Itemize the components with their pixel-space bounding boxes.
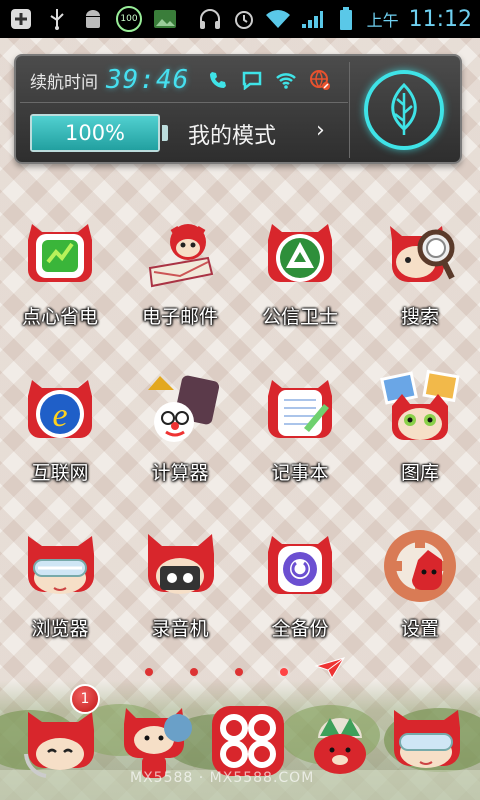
page-dot[interactable]	[190, 668, 198, 676]
app-security-guard[interactable]: 公信卫士	[240, 212, 360, 352]
wifi-icon	[265, 6, 291, 32]
notification-badge: 1	[70, 684, 100, 714]
app-label: 计算器	[151, 462, 209, 484]
recorder-icon	[138, 524, 222, 608]
battery-level: 100%	[30, 114, 160, 152]
widget-vertical-divider	[349, 62, 350, 158]
search-icon	[378, 212, 462, 296]
system-icons: 上午 11:12	[197, 6, 472, 32]
network-off-icon[interactable]	[309, 69, 331, 91]
clock: 11:12	[408, 6, 472, 32]
browser-e-icon: e	[18, 368, 102, 452]
duration-value: 39:46	[106, 65, 190, 95]
app-recorder[interactable]: 录音机	[120, 524, 240, 664]
settings-icon	[378, 524, 462, 608]
browser-icon	[18, 524, 102, 608]
page-dot[interactable]	[280, 668, 288, 676]
app-internet[interactable]: e 互联网	[0, 368, 120, 508]
page-dot[interactable]	[235, 668, 243, 676]
paper-plane-icon	[314, 656, 346, 680]
dock-browser[interactable]	[384, 698, 468, 782]
time-period: 上午	[366, 11, 399, 30]
battery-cap	[162, 125, 168, 141]
app-settings[interactable]: 设置	[360, 524, 480, 664]
app-label: 电子邮件	[141, 306, 218, 328]
app-battery-saver[interactable]: 点心省电	[0, 212, 120, 352]
notepad-icon	[258, 368, 342, 452]
browser-fox-icon	[394, 710, 460, 768]
status-bar: 100 上午 11:12	[0, 0, 480, 38]
usb-icon	[44, 6, 70, 32]
page-indicator[interactable]	[0, 662, 480, 682]
widget-divider	[20, 102, 348, 103]
app-label: 搜索	[400, 306, 439, 328]
dock-phone[interactable]: 1	[18, 684, 102, 782]
android-icon	[80, 6, 106, 32]
gallery-icon	[378, 368, 462, 452]
security-guard-icon	[258, 212, 342, 296]
app-gallery[interactable]: 图库	[360, 368, 480, 508]
battery-saver-100-icon: 100	[116, 6, 142, 32]
add-icon	[8, 6, 34, 32]
signal-icon	[299, 6, 325, 32]
page-dot[interactable]	[145, 668, 153, 676]
chevron-right-icon[interactable]: ›	[316, 118, 325, 143]
widget-top-row: 续航时间 39:46	[30, 64, 331, 96]
svg-text:e: e	[52, 397, 67, 434]
app-label: 点心省电	[21, 306, 98, 328]
calculator-icon	[138, 368, 222, 452]
message-icon[interactable]	[241, 69, 263, 91]
app-browser[interactable]: 浏览器	[0, 524, 120, 664]
battery-widget[interactable]: 续航时间 39:46 100% 我的模式 ›	[14, 54, 462, 164]
notification-icons: 100	[8, 6, 178, 32]
app-label: 公信卫士	[261, 306, 338, 328]
app-email[interactable]: 电子邮件	[120, 212, 240, 352]
app-label: 图库	[400, 462, 439, 484]
email-icon	[138, 212, 222, 296]
phone-icon[interactable]	[207, 69, 229, 91]
headphones-icon	[197, 6, 223, 32]
alarm-icon	[231, 6, 257, 32]
mode-label[interactable]: 我的模式	[188, 118, 276, 150]
watermark: MX5588 · MX5588.COM	[130, 770, 315, 786]
battery-icon	[333, 6, 359, 32]
battery-percent: 100%	[64, 121, 126, 145]
app-label: 浏览器	[31, 618, 89, 640]
app-label: 全备份	[271, 618, 329, 640]
app-search[interactable]: 搜索	[360, 212, 480, 352]
app-backup[interactable]: 全备份	[240, 524, 360, 664]
leaf-icon[interactable]	[364, 70, 444, 150]
image-icon	[152, 6, 178, 32]
app-label: 互联网	[31, 462, 89, 484]
app-label: 录音机	[151, 618, 209, 640]
app-label: 设置	[400, 618, 439, 640]
app-label: 记事本	[271, 462, 329, 484]
backup-icon	[258, 524, 342, 608]
wifi-icon[interactable]	[275, 69, 297, 91]
quick-toggles	[207, 69, 331, 91]
app-notepad[interactable]: 记事本	[240, 368, 360, 508]
battery-saver-icon	[18, 212, 102, 296]
duration-label: 续航时间	[30, 72, 98, 93]
app-calculator[interactable]: 计算器	[120, 368, 240, 508]
